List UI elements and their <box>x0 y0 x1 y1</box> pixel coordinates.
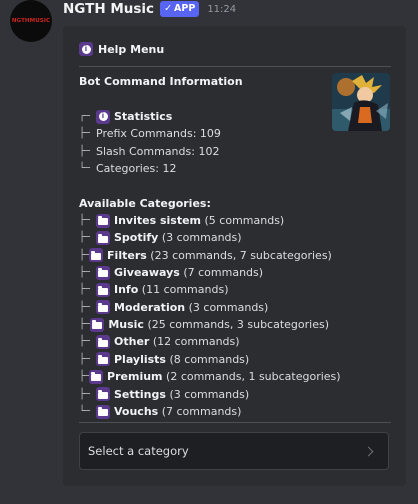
folder-icon <box>96 231 110 246</box>
category-row: └─ Vouchs (7 commands) <box>79 403 329 420</box>
folder-icon <box>96 300 110 315</box>
anime-character-image <box>332 73 390 131</box>
tree-branch: ├─ <box>79 267 90 279</box>
category-name: Spotify <box>114 231 159 245</box>
tree-branch: ├─ <box>79 128 90 140</box>
tree-branch: ├─ <box>79 371 90 383</box>
tree-branch: ├─ <box>79 388 90 400</box>
tree-branch: └─ <box>79 405 90 417</box>
folder-icon <box>89 248 104 263</box>
embed-description: ┌─ i Statistics ├─ Prefix Commands: 109 … <box>79 108 341 420</box>
tree-branch: ┌─ <box>79 111 90 122</box>
embed-thumbnail-image[interactable] <box>332 73 390 131</box>
category-detail: (3 commands) <box>188 300 269 314</box>
category-detail: (7 commands) <box>161 404 242 418</box>
tree-branch: ├─ <box>79 301 90 313</box>
folder-icon <box>96 265 110 280</box>
tree-branch: ├─ <box>79 215 90 227</box>
category-detail: (3 commands) <box>169 387 250 401</box>
category-select[interactable]: Select a category <box>79 432 389 470</box>
category-detail: (3 commands) <box>161 231 242 245</box>
message-timestamp[interactable]: 11:24 <box>207 4 236 15</box>
category-detail: (12 commands) <box>152 335 240 349</box>
tree-branch: ├─ <box>79 145 90 157</box>
category-name: Invites sistem <box>114 214 202 228</box>
category-detail: (25 commands, 3 subcategories) <box>147 318 329 332</box>
stat-text: Prefix Commands: 109 <box>96 127 221 141</box>
category-name: Settings <box>114 387 166 401</box>
categories-heading: Available Categories: <box>79 196 211 210</box>
chevron-right-icon <box>363 446 374 456</box>
check-icon: ✓ <box>164 3 173 14</box>
folder-icon <box>89 369 104 384</box>
category-detail: (8 commands) <box>169 352 250 366</box>
stat-row: ├─ Slash Commands: 102 <box>79 143 329 160</box>
message-header: NGTH Music ✓ APP 11:24 <box>63 0 236 18</box>
app-badge: ✓ APP <box>160 1 200 17</box>
category-detail: (23 commands, 7 subcategories) <box>150 248 332 262</box>
info-icon: i <box>79 42 93 56</box>
stat-text: Slash Commands: 102 <box>96 144 220 158</box>
category-row: ├─ Filters (23 commands, 7 subcategories… <box>79 247 332 264</box>
category-detail: (11 commands) <box>141 283 229 297</box>
stat-text: Categories: 12 <box>96 162 177 176</box>
category-name: Playlists <box>114 352 166 366</box>
category-row: ├─ Spotify (3 commands) <box>79 229 329 246</box>
embed-author: i Help Menu <box>79 41 164 57</box>
category-name: Moderation <box>114 300 186 314</box>
tree-branch: ├─ <box>79 249 90 261</box>
folder-icon <box>96 283 110 298</box>
tree-branch: ├─ <box>79 336 90 348</box>
category-name: Other <box>114 335 150 349</box>
embed-author-name: Help Menu <box>98 42 165 56</box>
category-row: ├─ Other (12 commands) <box>79 333 329 350</box>
folder-icon <box>96 335 110 350</box>
tree-branch: └─ <box>79 163 90 175</box>
divider <box>79 66 391 67</box>
categories-heading-row: Available Categories: <box>79 195 329 212</box>
stats-heading-row: ┌─ i Statistics <box>79 108 329 125</box>
info-icon: i <box>96 109 110 124</box>
category-name: Music <box>108 318 144 332</box>
folder-icon <box>96 404 110 419</box>
category-row: ├─ Music (25 commands, 3 subcategories) <box>79 316 329 333</box>
bot-username[interactable]: NGTH Music <box>63 1 154 17</box>
category-detail: (7 commands) <box>183 266 264 280</box>
category-detail: (2 commands, 1 subcategories) <box>166 370 341 384</box>
divider <box>79 422 391 423</box>
category-row: ├─ Info (11 commands) <box>79 281 329 298</box>
stat-row: ├─ Prefix Commands: 109 <box>79 125 329 142</box>
tree-branch: ├─ <box>79 284 90 296</box>
tree-branch: ├─ <box>79 319 90 331</box>
category-name: Vouchs <box>114 404 159 418</box>
folder-icon <box>90 317 105 332</box>
app-badge-label: APP <box>174 3 196 14</box>
avatar-logo-text: NGTHMUSIC <box>11 18 51 24</box>
category-row: ├─ Premium (2 commands, 1 subcategories) <box>79 368 341 385</box>
tree-branch: ├─ <box>79 353 90 365</box>
category-row: ├─ Invites sistem (5 commands) <box>79 212 329 229</box>
stat-row: └─ Categories: 12 <box>79 160 329 177</box>
select-placeholder: Select a category <box>88 444 189 458</box>
category-detail: (5 commands) <box>204 214 285 228</box>
category-row: ├─ Giveaways (7 commands) <box>79 264 329 281</box>
category-row: ├─ Playlists (8 commands) <box>79 351 329 368</box>
embed-title: Bot Command Information <box>79 75 243 88</box>
category-name: Filters <box>107 248 147 262</box>
bot-avatar[interactable]: NGTHMUSIC <box>10 0 52 42</box>
folder-icon <box>96 213 110 228</box>
category-name: Info <box>114 283 139 297</box>
folder-icon <box>96 352 110 367</box>
help-embed: i Help Menu Bot Command Information ┌─ i… <box>63 26 406 486</box>
category-row: ├─ Moderation (3 commands) <box>79 299 329 316</box>
category-name: Giveaways <box>114 266 180 280</box>
category-name: Premium <box>107 370 163 384</box>
folder-icon <box>96 387 110 402</box>
tree-branch: ├─ <box>79 232 90 244</box>
category-row: ├─ Settings (3 commands) <box>79 386 329 403</box>
stats-heading: Statistics <box>114 110 173 123</box>
